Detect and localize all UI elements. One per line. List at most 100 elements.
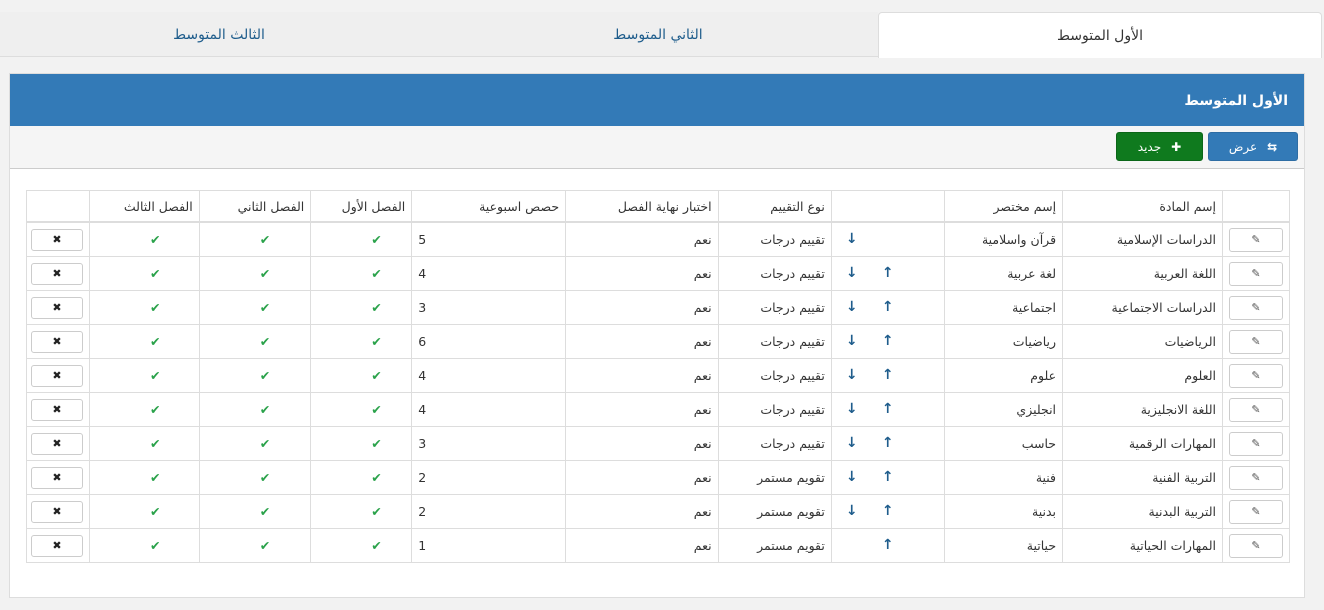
move-up-icon[interactable]: ↑: [882, 367, 894, 383]
move-down-icon[interactable]: ↓: [846, 503, 858, 519]
header-semester-2: الفصل الثاني: [198, 190, 312, 223]
new-button[interactable]: ✚ جديد: [1116, 132, 1203, 161]
delete-cell: ✖: [26, 392, 90, 427]
short-name-cell: قرآن واسلامية: [943, 221, 1064, 257]
eval-type-cell: تقويم مستمر: [717, 494, 832, 529]
header-short-name: إسم مختصر: [943, 190, 1064, 223]
edit-cell: ✎: [1222, 494, 1290, 529]
refresh-icon: ⇆: [1267, 140, 1278, 154]
header-semester-1: الفصل الأول: [310, 190, 413, 223]
delete-button[interactable]: ✖: [31, 330, 83, 353]
delete-icon: ✖: [52, 368, 62, 382]
order-cell: ↑: [830, 528, 945, 563]
delete-button[interactable]: ✖: [31, 466, 83, 489]
table-row: ✎ الرياضيات رياضيات ↓ ↑ تقييم درجات نعم 6 ✔ ✔ ✔ ✖: [26, 324, 1290, 359]
move-down-icon[interactable]: ↓: [846, 265, 858, 281]
order-cell: ↓ ↑: [830, 256, 945, 291]
delete-button[interactable]: ✖: [31, 500, 83, 523]
edit-button[interactable]: ✎: [1229, 533, 1283, 558]
subject-name-cell: المهارات الرقمية: [1062, 426, 1223, 461]
view-button-label: عرض: [1228, 140, 1258, 154]
table-row: ✎ المهارات الرقمية حاسب ↓ ↑ تقييم درجات نعم 3 ✔ ✔…: [26, 426, 1290, 461]
edit-button[interactable]: ✎: [1229, 261, 1283, 286]
edit-button[interactable]: ✎: [1229, 329, 1283, 354]
panel-title: الأول المتوسط: [10, 74, 1304, 126]
edit-cell: ✎: [1222, 290, 1290, 325]
move-up-icon[interactable]: ↑: [882, 469, 894, 485]
semester-2-check-icon: ✔: [198, 256, 312, 291]
weekly-hours-cell: 2: [411, 460, 567, 495]
tab-second-intermediate[interactable]: الثاني المتوسط: [438, 12, 878, 57]
semester-3-check-icon: ✔: [89, 494, 200, 529]
semester-3-check-icon: ✔: [89, 392, 200, 427]
subject-name-cell: العلوم: [1062, 358, 1223, 393]
edit-button[interactable]: ✎: [1229, 397, 1283, 422]
delete-button[interactable]: ✖: [31, 432, 83, 455]
move-down-icon[interactable]: ↓: [846, 231, 858, 247]
eval-type-cell: تقويم مستمر: [717, 528, 832, 563]
move-down-icon[interactable]: ↓: [846, 367, 858, 383]
delete-button[interactable]: ✖: [31, 364, 83, 387]
move-up-icon[interactable]: ↑: [882, 265, 894, 281]
edit-button[interactable]: ✎: [1229, 227, 1283, 252]
edit-button[interactable]: ✎: [1229, 295, 1283, 320]
edit-button[interactable]: ✎: [1229, 465, 1283, 490]
edit-icon: ✎: [1251, 232, 1261, 246]
weekly-hours-cell: 5: [411, 221, 567, 257]
move-up-icon[interactable]: ↑: [882, 401, 894, 417]
move-up-icon[interactable]: ↑: [882, 435, 894, 451]
eval-type-cell: تقييم درجات: [717, 290, 832, 325]
move-down-icon[interactable]: ↓: [846, 469, 858, 485]
tab-first-intermediate[interactable]: الأول المتوسط: [878, 12, 1322, 58]
edit-icon: ✎: [1251, 334, 1261, 348]
semester-2-check-icon: ✔: [198, 358, 312, 393]
header-semester-3: الفصل الثالث: [89, 190, 200, 223]
delete-button[interactable]: ✖: [31, 296, 83, 319]
delete-button[interactable]: ✖: [31, 262, 83, 285]
semester-1-check-icon: ✔: [310, 528, 413, 563]
move-down-icon[interactable]: ↓: [846, 435, 858, 451]
header-eval-type: نوع التقييم: [717, 190, 832, 223]
header-edit: [1222, 190, 1290, 223]
header-delete: [26, 190, 90, 223]
weekly-hours-cell: 4: [411, 256, 567, 291]
edit-icon: ✎: [1251, 368, 1261, 382]
subject-name-cell: الدراسات الإسلامية: [1062, 221, 1223, 257]
weekly-hours-cell: 6: [411, 324, 567, 359]
order-cell: ↓ ↑: [830, 290, 945, 325]
subject-name-cell: اللغة العربية: [1062, 256, 1223, 291]
semester-3-check-icon: ✔: [89, 460, 200, 495]
delete-button[interactable]: ✖: [31, 228, 83, 251]
move-up-icon[interactable]: ↑: [882, 299, 894, 315]
delete-cell: ✖: [26, 221, 90, 257]
semester-1-check-icon: ✔: [310, 358, 413, 393]
delete-cell: ✖: [26, 324, 90, 359]
short-name-cell: اجتماعية: [943, 290, 1064, 325]
edit-button[interactable]: ✎: [1229, 499, 1283, 524]
delete-button[interactable]: ✖: [31, 534, 83, 557]
edit-button[interactable]: ✎: [1229, 363, 1283, 388]
table-body: ✎ الدراسات الإسلامية قرآن واسلامية ↓ تقييم د…: [26, 221, 1290, 563]
move-up-icon[interactable]: ↑: [882, 503, 894, 519]
weekly-hours-cell: 2: [411, 494, 567, 529]
move-up-icon[interactable]: ↑: [882, 537, 894, 553]
delete-button[interactable]: ✖: [31, 398, 83, 421]
move-down-icon[interactable]: ↓: [846, 299, 858, 315]
move-down-icon[interactable]: ↓: [846, 333, 858, 349]
semester-3-check-icon: ✔: [89, 256, 200, 291]
move-down-icon[interactable]: ↓: [846, 401, 858, 417]
edit-icon: ✎: [1251, 538, 1261, 552]
weekly-hours-cell: 1: [411, 528, 567, 563]
semester-1-check-icon: ✔: [310, 324, 413, 359]
delete-icon: ✖: [52, 470, 62, 484]
table-row: ✎ الدراسات الاجتماعية اجتماعية ↓ ↑ تقييم درجا…: [26, 290, 1290, 325]
delete-icon: ✖: [52, 504, 62, 518]
edit-button[interactable]: ✎: [1229, 431, 1283, 456]
move-up-icon[interactable]: ↑: [882, 333, 894, 349]
view-button[interactable]: ⇆ عرض: [1208, 132, 1298, 161]
subject-name-cell: التربية البدنية: [1062, 494, 1223, 529]
edit-icon: ✎: [1251, 504, 1261, 518]
plus-icon: ✚: [1171, 140, 1182, 154]
tab-third-intermediate[interactable]: الثالث المتوسط: [0, 12, 438, 57]
eval-type-cell: تقييم درجات: [717, 426, 832, 461]
